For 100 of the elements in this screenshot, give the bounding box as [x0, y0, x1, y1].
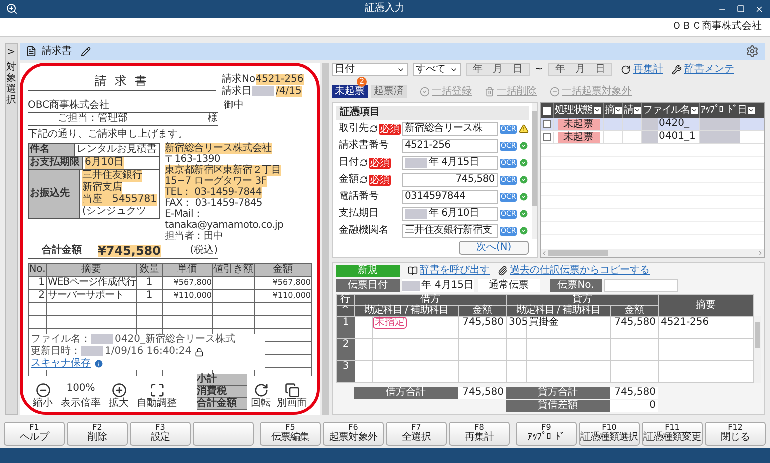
grid-row[interactable]: 未起票 0401_1 [541, 131, 764, 144]
total-label: 貸借差額 [506, 400, 610, 412]
redaction-block [700, 131, 740, 143]
field-label: 日付 [339, 157, 359, 169]
function-key[interactable]: F3 設定 [130, 422, 191, 446]
sender-line: FAX： 03-1459-7845 [165, 198, 262, 209]
tool-label: 表示倍率 [61, 398, 101, 410]
fit-icon[interactable] [150, 383, 164, 398]
status-tab[interactable]: 未起票 [332, 85, 368, 98]
table-cell [213, 277, 255, 290]
summary-label: 合計金額 [197, 398, 247, 410]
journal-link[interactable]: 辞書を呼び出す [420, 265, 490, 277]
voucher-type: 通常伝票 [478, 279, 540, 292]
table-cell: ¥567,800 [255, 277, 312, 290]
close-icon[interactable] [755, 4, 764, 14]
status-badge: 未起票 [558, 132, 600, 142]
field-label: 金額 [339, 174, 359, 186]
sender-line: E-Mail：tanaka@yamamoto.co.jp [165, 209, 285, 231]
table-cell [611, 339, 659, 361]
function-key[interactable]: F11 証憑種類変更 [642, 422, 703, 446]
maximize-icon[interactable] [737, 4, 745, 12]
info-label: お支払期限 [29, 157, 83, 169]
date-field[interactable]: 年 4月15日 [402, 279, 474, 292]
toolbar-link[interactable]: 辞書メンテ [684, 64, 734, 76]
tool-label: 拡大 [109, 398, 129, 410]
scope-dropdown[interactable]: すべて [413, 63, 461, 76]
zoom-out-icon[interactable] [36, 383, 50, 398]
form-input[interactable]: 三井住友銀行新宿支 [402, 224, 498, 238]
invoice-date: 請求日 /4/15 [222, 86, 303, 98]
column-header: 値引き額 [213, 264, 255, 277]
filter-icon[interactable] [615, 107, 622, 114]
table-cell [507, 361, 527, 383]
document-icon [26, 46, 37, 57]
info-value: レンタルお見積書 [77, 144, 157, 156]
sort-toggle[interactable]: ^ [337, 306, 355, 317]
date-to-field[interactable]: 年 月 日 [548, 63, 612, 76]
table-cell: 買掛金 [527, 317, 611, 339]
settings-icon[interactable] [746, 45, 759, 58]
required-badge: 必須 [379, 124, 401, 134]
form-input[interactable]: 0314597844 [402, 190, 498, 204]
next-button[interactable]: 次へ(N) [459, 241, 529, 255]
function-key[interactable]: F6 起票対象外 [323, 422, 384, 446]
search-icon[interactable] [6, 3, 18, 15]
voucher-number-field[interactable] [604, 279, 678, 292]
function-key[interactable]: F1 ヘルプ [4, 422, 65, 446]
form-input[interactable]: 745,580 [402, 173, 498, 187]
function-key[interactable]: F2 削除 [67, 422, 128, 446]
checkbox[interactable] [543, 120, 551, 128]
table-cell: 1 [29, 277, 47, 290]
pencil-icon[interactable] [81, 46, 91, 56]
function-key[interactable]: F5 伝票編集 [260, 422, 321, 446]
info-label: 件名 [29, 144, 75, 156]
section-header: 証憑項目 [336, 106, 530, 120]
scanner-link[interactable]: スキャナ保存 [31, 358, 91, 370]
info-value: 当座 5455781 [82, 194, 157, 206]
table-cell: 745,580 [611, 317, 659, 339]
function-key[interactable]: F9 ｱｯﾌﾟﾛｰﾄﾞ [516, 422, 577, 446]
total-value: 745,580 [458, 387, 506, 399]
range-separator: ~ [535, 64, 544, 76]
form-input[interactable]: 年 4月15日 [402, 156, 498, 170]
function-key[interactable]: F10 証憑種類選択 [579, 422, 640, 446]
filter-icon[interactable] [594, 107, 601, 114]
filter-icon[interactable] [634, 107, 642, 114]
field-label: 伝票No. [550, 279, 602, 292]
column-header: 勘定科目 / 補助科目 [507, 306, 611, 317]
table-cell [507, 339, 527, 361]
journal-link[interactable]: 過去の仕訳伝票からコピーする [510, 265, 650, 277]
trash-icon [485, 86, 495, 96]
tool-label: 縮小 [33, 398, 53, 410]
form-input[interactable]: 年 6月10日 [402, 207, 498, 221]
date-from-field[interactable]: 年 月 日 [466, 63, 530, 76]
table-cell: ¥110,000 [163, 290, 213, 303]
function-key[interactable]: F8 再集計 [449, 422, 510, 446]
addressee: OBC商事株式会社 [28, 100, 218, 113]
sender-line: 担当者：田中 [165, 231, 224, 242]
side-tab[interactable]: > 対象選択 [5, 43, 18, 415]
info-label: お振込先 [29, 170, 80, 218]
zoom-in-icon[interactable] [112, 383, 126, 398]
form-input[interactable]: 新宿総合リース株 [402, 122, 498, 136]
checkbox[interactable] [543, 133, 551, 141]
row-number: 3 [337, 361, 355, 383]
total-label: 借方合計 [354, 387, 458, 399]
rotate-icon[interactable] [254, 383, 268, 398]
column-header: 行 [337, 295, 355, 306]
redaction-block [642, 131, 658, 143]
column-header: 金額 [459, 306, 507, 317]
filter-icon[interactable] [748, 107, 755, 114]
grid-row[interactable]: 未起票 0420_ [541, 118, 764, 131]
toolbar-link[interactable]: 再集計 [633, 64, 664, 76]
field-dropdown[interactable]: 日付 [332, 63, 408, 76]
table-cell [355, 361, 373, 383]
window-icon[interactable] [284, 383, 300, 398]
filter-icon[interactable] [691, 107, 698, 114]
paperclip-icon [498, 266, 508, 276]
zoom-level: 100% [66, 383, 96, 396]
function-key[interactable]: F12 閉じる [705, 422, 766, 446]
function-key[interactable]: F7 全選択 [386, 422, 447, 446]
company-name: ＯＢＣ商事株式会社 [672, 21, 762, 33]
status-tab[interactable]: 起票済 [371, 85, 407, 98]
form-input[interactable]: 4521-256 [402, 139, 498, 153]
